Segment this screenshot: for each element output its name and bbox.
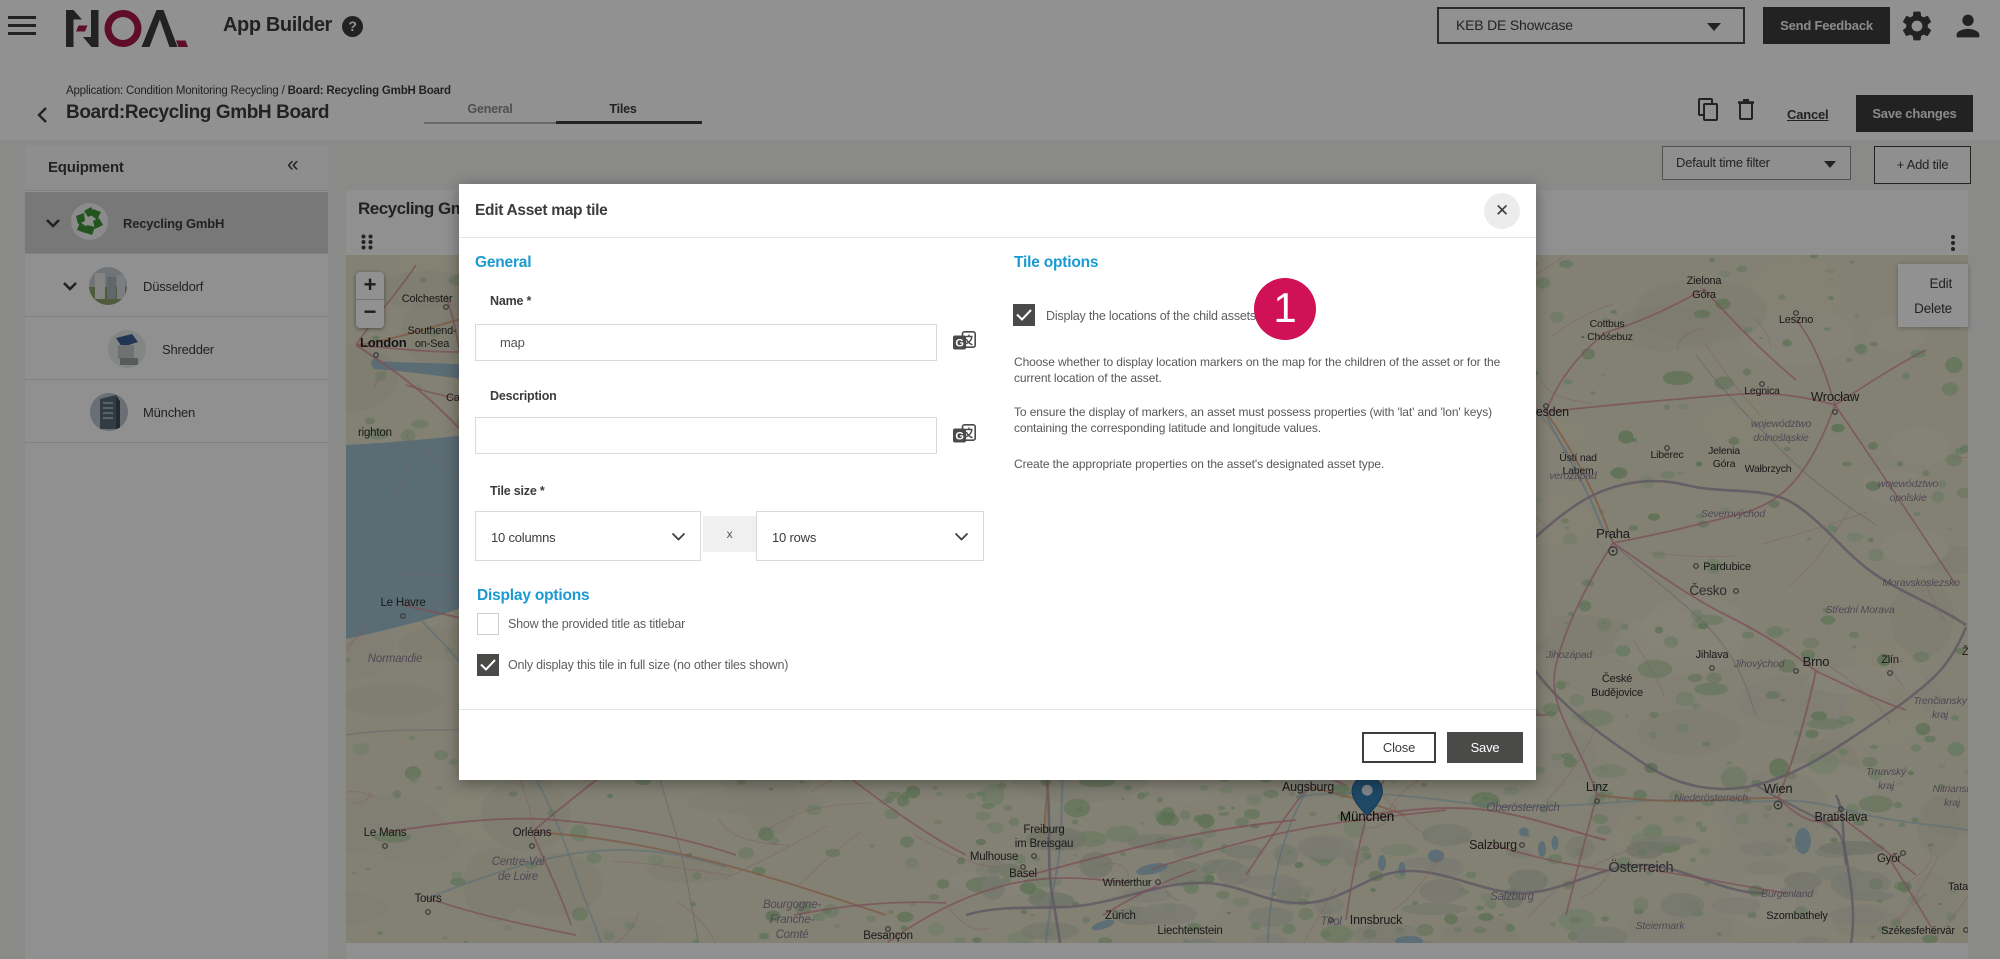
svg-text:G: G xyxy=(955,338,963,350)
svg-text:G: G xyxy=(955,431,963,443)
